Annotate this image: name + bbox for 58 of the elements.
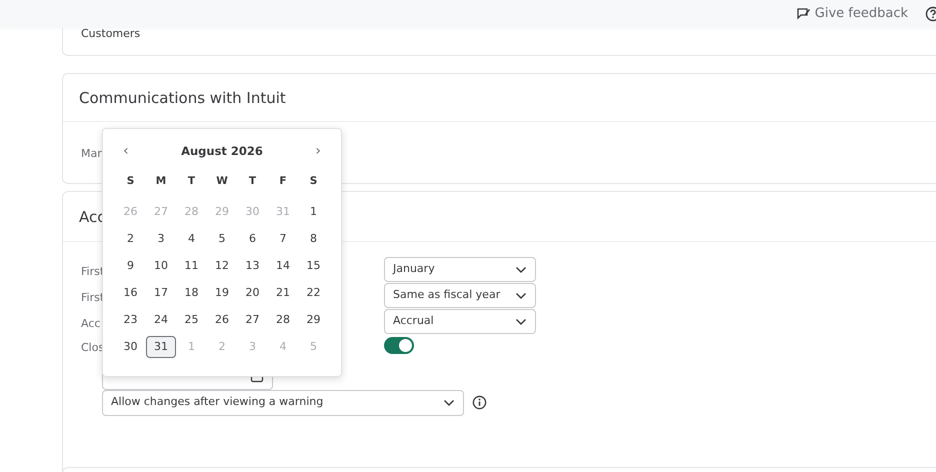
calendar-day[interactable]: 4 [176,228,207,250]
month-title: August 2026 [181,142,263,160]
calendar-day[interactable]: 18 [176,282,207,304]
close-books-select[interactable]: Allow changes after viewing a warning [102,390,464,416]
calendar-day[interactable]: 23 [115,309,146,331]
calendar-day[interactable]: 21 [268,282,298,304]
calendar-day[interactable]: 11 [176,255,207,277]
field-label: Mar [81,146,102,160]
calendar-day[interactable]: 25 [176,309,207,331]
calendar-day[interactable]: 8 [298,228,329,250]
calendar-day[interactable]: 12 [206,255,238,277]
calendar-day[interactable]: 20 [237,282,268,304]
give-feedback-text: Give feedback [814,5,908,24]
calendar-day[interactable]: 13 [237,255,268,277]
calendar-day[interactable]: 6 [237,228,268,250]
card-title: Communications with Intuit [63,74,936,122]
calendar-day[interactable]: 14 [268,255,298,277]
next-month-button[interactable]: › [311,141,325,162]
calendar-day[interactable]: 28 [268,309,298,331]
give-feedback-link[interactable]: Give feedback [796,4,908,24]
chevron-down-icon [515,292,527,300]
customers-label: Customers [81,27,140,40]
weekday-label: W [215,174,229,189]
setting-select[interactable]: Accrual [384,309,536,334]
weekday-label: S [308,174,318,189]
weekday-label: F [278,174,288,189]
calendar-day[interactable]: 26 [206,309,238,331]
toggle-switch[interactable] [384,337,414,354]
weekday-label: M [154,174,168,189]
weekday-label: S [126,174,136,189]
calendar-day[interactable]: 1 [298,201,329,223]
chevron-down-icon [515,266,527,274]
weekday-label: T [186,174,196,189]
calendar-day[interactable]: 9 [115,255,146,277]
calendar-day[interactable]: 17 [146,282,176,304]
calendar-day[interactable]: 27 [237,309,268,331]
calendar-day[interactable]: 24 [146,309,176,331]
setting-select[interactable]: Same as fiscal year [384,283,536,308]
calendar-day[interactable]: 19 [206,282,238,304]
calendar-day[interactable]: 5 [206,228,238,250]
previous-month-button[interactable]: ‹ [119,141,133,162]
feedback-icon [796,7,811,21]
setting-label: Acc [81,316,100,330]
setting-select[interactable]: January [384,257,536,282]
weekday-label: T [248,174,258,189]
calendar-day[interactable]: 3 [146,228,176,250]
info-icon[interactable] [472,395,487,410]
chevron-down-icon [443,398,455,406]
calendar-day[interactable]: 7 [268,228,298,250]
calendar-day[interactable]: 15 [298,255,329,277]
calendar-day[interactable]: 31 [146,336,176,358]
calendar-day[interactable]: 22 [298,282,329,304]
calendar-day[interactable]: 16 [115,282,146,304]
chevron-down-icon [515,318,527,326]
calendar-day[interactable]: 10 [146,255,176,277]
calendar-day[interactable]: 2 [115,228,146,250]
calendar-day[interactable]: 29 [298,309,329,331]
calendar-day[interactable]: 30 [115,336,146,358]
